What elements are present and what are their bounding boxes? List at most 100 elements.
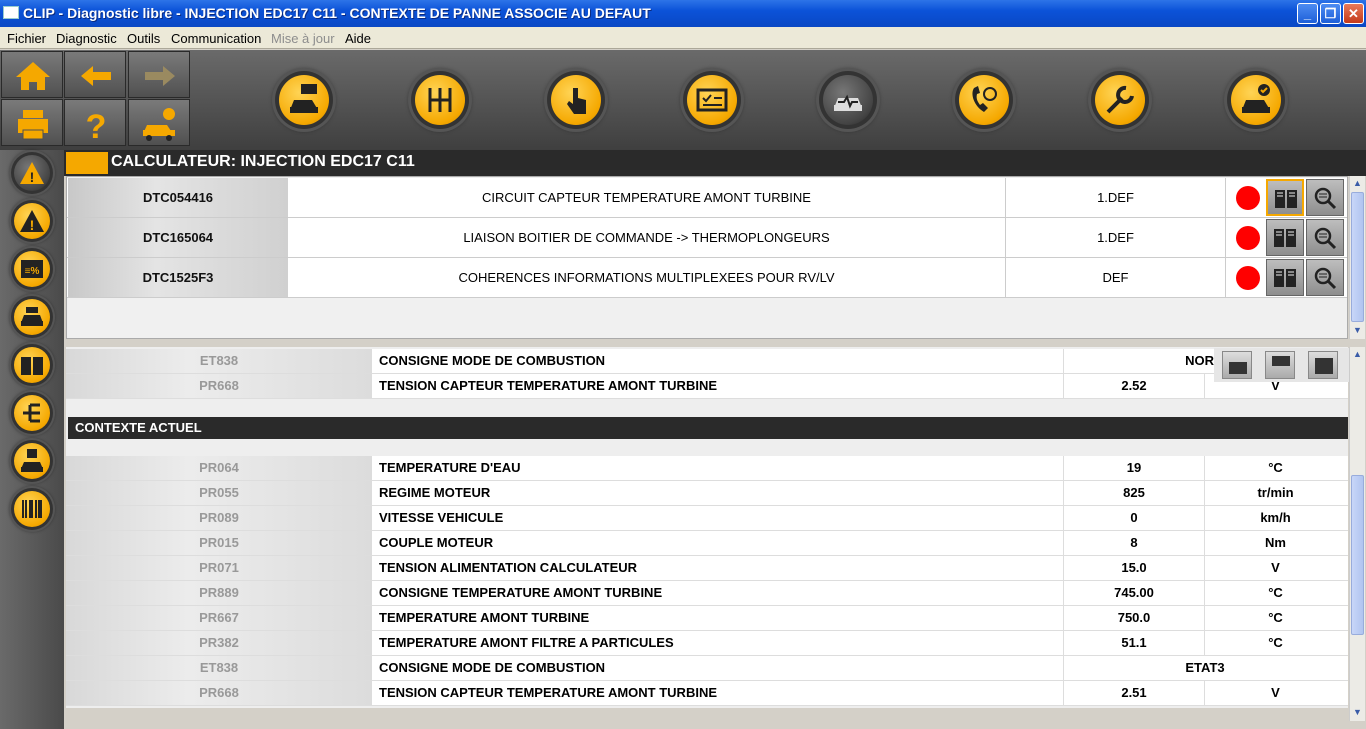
table-row: PR089 VITESSE VEHICULE 0 km/h bbox=[66, 506, 1348, 531]
layout-full-button[interactable] bbox=[1308, 351, 1338, 379]
menu-diagnostic[interactable]: Diagnostic bbox=[56, 31, 117, 46]
back-button[interactable] bbox=[64, 51, 126, 98]
sidebar-vehicle-config[interactable] bbox=[11, 296, 53, 338]
print-button[interactable] bbox=[1, 99, 63, 146]
vehicle-info-button[interactable] bbox=[128, 99, 190, 146]
scroll-thumb[interactable] bbox=[1351, 475, 1364, 635]
table-row: PR667 TEMPERATURE AMONT TURBINE 750.0 °C bbox=[66, 606, 1348, 631]
detail-button[interactable] bbox=[1306, 259, 1344, 296]
checklist-button[interactable] bbox=[683, 71, 741, 129]
car-screen-icon bbox=[290, 84, 318, 113]
question-icon: ? bbox=[86, 108, 107, 146]
maximize-button[interactable]: ❐ bbox=[1320, 3, 1341, 24]
menu-bar: Fichier Diagnostic Outils Communication … bbox=[0, 27, 1366, 49]
param-name: COUPLE MOTEUR bbox=[372, 531, 1064, 555]
svg-text:!: ! bbox=[30, 169, 35, 185]
dtc-description: COHERENCES INFORMATIONS MULTIPLEXEES POU… bbox=[288, 258, 1006, 297]
param-name: TEMPERATURE AMONT FILTRE A PARTICULES bbox=[372, 631, 1064, 655]
detail-button[interactable] bbox=[1306, 179, 1344, 216]
scroll-down-arrow-icon[interactable]: ▼ bbox=[1350, 323, 1365, 338]
fault-diagnosis-button[interactable] bbox=[819, 71, 877, 129]
menu-fichier[interactable]: Fichier bbox=[7, 31, 46, 46]
param-code: PR015 bbox=[66, 531, 372, 555]
arrow-left-icon bbox=[81, 66, 111, 86]
params-scrollbar[interactable]: ▲ ▼ bbox=[1349, 347, 1365, 721]
left-sidebar: ! ! ≡% bbox=[0, 150, 64, 729]
sidebar-faults[interactable]: ! bbox=[11, 200, 53, 242]
help-button[interactable]: ? bbox=[64, 99, 126, 146]
sidebar-network[interactable] bbox=[11, 392, 53, 434]
warning-icon: ! bbox=[20, 162, 44, 185]
menu-mise-a-jour: Mise à jour bbox=[271, 31, 335, 46]
documentation-button[interactable] bbox=[1266, 259, 1304, 296]
vehicle-validation-button[interactable] bbox=[1227, 71, 1285, 129]
book-icon bbox=[1275, 190, 1297, 208]
dtc-row[interactable]: DTC054416 CIRCUIT CAPTEUR TEMPERATURE AM… bbox=[67, 178, 1347, 218]
gearbox-button[interactable] bbox=[411, 71, 469, 129]
sidebar-save[interactable] bbox=[11, 440, 53, 482]
param-unit: tr/min bbox=[1257, 485, 1294, 500]
minimize-button[interactable]: _ bbox=[1297, 3, 1318, 24]
dtc-code: DTC165064 bbox=[68, 218, 288, 257]
sidebar-barcode[interactable] bbox=[11, 488, 53, 530]
param-value: 2.52 bbox=[1064, 374, 1205, 398]
network-icon bbox=[23, 403, 40, 423]
param-code: ET838 bbox=[66, 656, 372, 680]
param-code: ET838 bbox=[66, 349, 372, 373]
touch-button[interactable] bbox=[547, 71, 605, 129]
layout-top-button[interactable] bbox=[1265, 351, 1295, 379]
scroll-up-arrow-icon[interactable]: ▲ bbox=[1350, 347, 1365, 362]
gearbox-icon bbox=[428, 88, 452, 112]
scroll-down-arrow-icon[interactable]: ▼ bbox=[1350, 705, 1365, 720]
forward-button[interactable] bbox=[128, 51, 190, 98]
sidebar-parameters[interactable]: ≡% bbox=[11, 248, 53, 290]
barcode-icon bbox=[22, 500, 42, 518]
param-value: ETAT3 bbox=[1185, 660, 1225, 675]
scroll-thumb[interactable] bbox=[1351, 192, 1364, 322]
printer-icon bbox=[18, 110, 48, 140]
sidebar-documentation[interactable] bbox=[11, 344, 53, 386]
content-area: CALCULATEUR: INJECTION EDC17 C11 DTC0544… bbox=[64, 150, 1366, 729]
param-name: TEMPERATURE D'EAU bbox=[372, 456, 1064, 480]
param-value: 51.1 bbox=[1064, 631, 1205, 655]
vehicle-identification-button[interactable] bbox=[275, 71, 333, 129]
telediagnostic-button[interactable] bbox=[955, 71, 1013, 129]
home-button[interactable] bbox=[1, 51, 63, 98]
calculator-header: CALCULATEUR: INJECTION EDC17 C11 bbox=[64, 150, 1366, 176]
sidebar-faults-active[interactable]: ! bbox=[11, 152, 53, 194]
param-value: 2.51 bbox=[1064, 681, 1205, 705]
param-value: 19 bbox=[1064, 456, 1205, 480]
dtc-row[interactable]: DTC165064 LIAISON BOITIER DE COMMANDE ->… bbox=[67, 218, 1347, 258]
dtc-status: 1.DEF bbox=[1006, 178, 1226, 217]
dtc-code: DTC054416 bbox=[68, 178, 288, 217]
layout-bottom-button[interactable] bbox=[1222, 351, 1252, 379]
svg-text:≡%: ≡% bbox=[25, 266, 40, 277]
param-code: PR055 bbox=[66, 481, 372, 505]
home-icon bbox=[16, 62, 50, 90]
menu-communication[interactable]: Communication bbox=[171, 31, 261, 46]
param-name: VITESSE VEHICULE bbox=[372, 506, 1064, 530]
dtc-row[interactable]: DTC1525F3 COHERENCES INFORMATIONS MULTIP… bbox=[67, 258, 1347, 298]
table-row: PR064 TEMPERATURE D'EAU 19 °C bbox=[66, 456, 1348, 481]
close-button[interactable]: ✕ bbox=[1343, 3, 1364, 24]
param-value: 8 bbox=[1064, 531, 1205, 555]
documentation-button[interactable] bbox=[1266, 179, 1304, 216]
param-unit: V bbox=[1271, 560, 1280, 575]
param-name: CONSIGNE TEMPERATURE AMONT TURBINE bbox=[372, 581, 1064, 605]
table-row: PR071 TENSION ALIMENTATION CALCULATEUR 15.… bbox=[66, 556, 1348, 581]
param-code: PR064 bbox=[66, 456, 372, 480]
car-config-icon bbox=[21, 307, 43, 326]
menu-outils[interactable]: Outils bbox=[127, 31, 160, 46]
detail-button[interactable] bbox=[1306, 219, 1344, 256]
menu-aide[interactable]: Aide bbox=[345, 31, 371, 46]
dtc-status: DEF bbox=[1006, 258, 1226, 297]
documentation-button[interactable] bbox=[1266, 219, 1304, 256]
repair-button[interactable] bbox=[1091, 71, 1149, 129]
dtc-scrollbar[interactable]: ▲ ▼ bbox=[1349, 176, 1365, 339]
param-name: REGIME MOTEUR bbox=[372, 481, 1064, 505]
scroll-up-arrow-icon[interactable]: ▲ bbox=[1350, 176, 1365, 191]
table-row: ET838 CONSIGNE MODE DE COMBUSTION NORM bbox=[66, 349, 1348, 374]
param-code: PR071 bbox=[66, 556, 372, 580]
fault-indicator bbox=[1236, 266, 1260, 290]
magnifier-icon bbox=[1314, 227, 1337, 250]
